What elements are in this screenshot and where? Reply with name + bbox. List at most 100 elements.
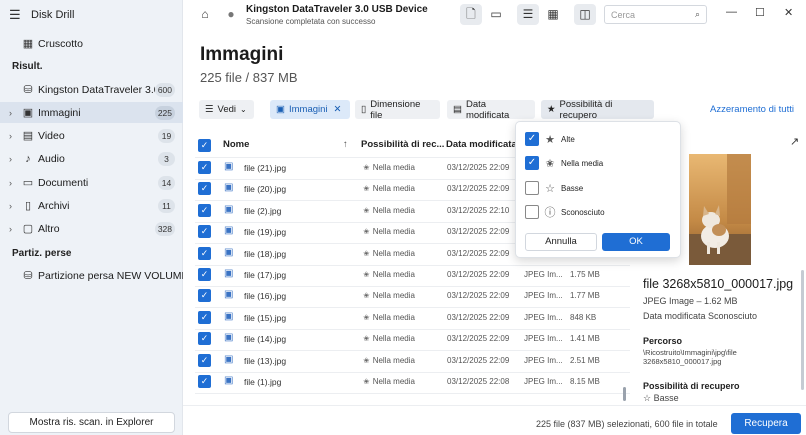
row-checkbox[interactable]: ✓ bbox=[198, 247, 211, 260]
image-file-icon: ▣ bbox=[224, 354, 234, 365]
chevron-right-icon[interactable]: › bbox=[9, 201, 21, 211]
home-icon[interactable]: ⌂ bbox=[195, 4, 215, 24]
sidebar-item-documents[interactable]: › ▭ Documenti 14 bbox=[0, 172, 183, 193]
option-high[interactable]: ✓ ★ Alte bbox=[525, 131, 575, 147]
recovery-label: Nella media bbox=[372, 313, 415, 322]
chevron-right-icon[interactable]: › bbox=[9, 154, 21, 164]
sidebar-item-video[interactable]: › ▤ Video 19 bbox=[0, 125, 183, 146]
image-icon: ▣ bbox=[276, 104, 285, 115]
date-modified-filter[interactable]: ▤ Data modificata bbox=[447, 99, 535, 121]
preview-pane-icon[interactable]: ◫ bbox=[575, 4, 595, 24]
row-checkbox[interactable]: ✓ bbox=[198, 311, 211, 324]
checkbox-unchecked[interactable] bbox=[525, 205, 539, 219]
search-input[interactable]: Cerca ⌕ bbox=[604, 5, 707, 24]
chevron-right-icon[interactable]: › bbox=[9, 178, 21, 188]
recovery-value: ☆ Basse bbox=[643, 393, 679, 404]
recovery-label: Nella media bbox=[372, 377, 415, 386]
image-file-icon: ▣ bbox=[224, 225, 234, 236]
checkbox-unchecked[interactable] bbox=[525, 181, 539, 195]
table-row[interactable]: ✓ ▣ file (17).jpg ✬ Nella media 03/12/2025 22… bbox=[195, 265, 630, 286]
sidebar-item-lost-partition[interactable]: ⛁ Partizione persa NEW VOLUME... bbox=[0, 265, 183, 286]
recovery-cell: ✬ Nella media bbox=[363, 334, 415, 343]
drive-icon: ⛁ bbox=[23, 270, 33, 282]
maximize-icon[interactable]: ☐ bbox=[755, 6, 765, 19]
date-cell: 03/12/2025 22:08 bbox=[447, 377, 510, 386]
page-title: Immagini bbox=[200, 44, 284, 65]
option-label: Nella media bbox=[561, 158, 604, 168]
sidebar-item-dashboard[interactable]: ▦ Cruscotto bbox=[0, 33, 183, 54]
table-row[interactable]: ✓ ▣ file (14).jpg ✬ Nella media 03/12/2025 22… bbox=[195, 329, 630, 350]
recovery-cell: ✬ Nella media bbox=[363, 377, 415, 386]
table-row[interactable]: ✓ ▣ file (16).jpg ✬ Nella media 03/12/2025 22… bbox=[195, 286, 630, 307]
date-cell: 03/12/2025 22:09 bbox=[447, 291, 510, 300]
date-cell: 03/12/2025 22:10 bbox=[447, 206, 510, 215]
sidebar-item-device[interactable]: ⛁ Kingston DataTraveler 3.0... 600 bbox=[0, 79, 183, 100]
grid-view-icon[interactable]: ▦ bbox=[543, 4, 563, 24]
sidebar-item-other[interactable]: › ▢ Altro 328 bbox=[0, 218, 183, 239]
file-name: file (18).jpg bbox=[244, 249, 287, 259]
chevron-right-icon[interactable]: › bbox=[9, 131, 21, 141]
folder-icon[interactable]: ▭ bbox=[486, 4, 506, 24]
views-dropdown[interactable]: ☰ Vedi ⌄ bbox=[199, 100, 254, 119]
recovery-cell: ✬ Nella media bbox=[363, 227, 415, 236]
close-icon[interactable]: ✕ bbox=[334, 104, 342, 115]
row-checkbox[interactable]: ✓ bbox=[198, 332, 211, 345]
reset-all-link[interactable]: Azzeramento di tutti bbox=[710, 104, 794, 115]
row-checkbox[interactable]: ✓ bbox=[198, 268, 211, 281]
sidebar-item-images[interactable]: › ▣ Immagini 225 bbox=[0, 102, 183, 123]
document-icon: ▭ bbox=[22, 177, 34, 189]
images-filter-chip[interactable]: ▣ Immagini ✕ bbox=[270, 100, 350, 119]
recovery-cell: ✬ Nella media bbox=[363, 249, 415, 258]
row-checkbox[interactable]: ✓ bbox=[198, 225, 211, 238]
option-unknown[interactable]: ⓘ Sconosciuto bbox=[525, 204, 605, 220]
image-file-icon: ▣ bbox=[224, 247, 234, 258]
star-half-icon: ✬ bbox=[363, 249, 370, 258]
size-cell: 848 KB bbox=[570, 313, 597, 322]
option-average[interactable]: ✓ ✬ Nella media bbox=[525, 155, 603, 171]
chevron-right-icon[interactable]: › bbox=[9, 224, 21, 234]
film-icon: ▤ bbox=[22, 130, 34, 142]
sidebar-item-audio[interactable]: › ♪ Audio 3 bbox=[0, 148, 183, 169]
list-view-icon[interactable]: ☰ bbox=[518, 4, 538, 24]
image-file-icon: ▣ bbox=[224, 161, 234, 172]
checkbox-checked[interactable]: ✓ bbox=[525, 132, 539, 146]
column-header-name[interactable]: Nome bbox=[223, 139, 249, 150]
date-cell: 03/12/2025 22:09 bbox=[447, 270, 510, 279]
column-header-recovery[interactable]: Possibilità di rec... bbox=[361, 139, 444, 150]
row-checkbox[interactable]: ✓ bbox=[198, 182, 211, 195]
image-icon: ▣ bbox=[22, 107, 34, 119]
type-cell: JPEG Im... bbox=[524, 334, 563, 343]
row-checkbox[interactable]: ✓ bbox=[198, 161, 211, 174]
preview-scrollbar[interactable] bbox=[801, 270, 804, 390]
open-external-icon[interactable]: ↗ bbox=[790, 135, 799, 148]
row-checkbox[interactable]: ✓ bbox=[198, 354, 211, 367]
hamburger-menu-icon[interactable]: ☰ bbox=[9, 7, 21, 23]
scrollbar[interactable] bbox=[623, 387, 626, 401]
minimize-icon[interactable]: — bbox=[726, 6, 737, 18]
recovery-chance-filter[interactable]: ★ Possibilità di recupero bbox=[541, 99, 654, 121]
sort-arrow-icon[interactable]: ↑ bbox=[343, 139, 348, 150]
row-checkbox[interactable]: ✓ bbox=[198, 289, 211, 302]
close-icon[interactable]: ✕ bbox=[784, 6, 793, 19]
sidebar-item-archives[interactable]: › ▯ Archivi 11 bbox=[0, 195, 183, 216]
option-low[interactable]: ☆ Basse bbox=[525, 180, 583, 196]
recovery-label: Nella media bbox=[372, 249, 415, 258]
chevron-right-icon[interactable]: › bbox=[9, 108, 21, 118]
checkbox-checked[interactable]: ✓ bbox=[525, 156, 539, 170]
file-size-filter[interactable]: ▯ Dimensione file bbox=[355, 99, 440, 121]
option-label: Alte bbox=[561, 134, 575, 144]
show-in-explorer-button[interactable]: Mostra ris. scan. in Explorer bbox=[8, 412, 175, 433]
file-icon[interactable]: 🗋 bbox=[461, 4, 481, 24]
row-checkbox[interactable]: ✓ bbox=[198, 375, 211, 388]
results-heading: Risult. bbox=[12, 61, 43, 72]
recover-button[interactable]: Recupera bbox=[731, 413, 801, 434]
select-all-checkbox[interactable]: ✓ bbox=[198, 139, 211, 152]
star-half-icon: ✬ bbox=[363, 163, 370, 172]
check-circle-icon: ● bbox=[227, 7, 235, 21]
column-header-date[interactable]: Data modificata bbox=[446, 139, 517, 150]
row-checkbox[interactable]: ✓ bbox=[198, 204, 211, 217]
table-row[interactable]: ✓ ▣ file (13).jpg ✬ Nella media 03/12/2025 22… bbox=[195, 351, 630, 372]
table-row[interactable]: ✓ ▣ file (15).jpg ✬ Nella media 03/12/2025 22… bbox=[195, 308, 630, 329]
cancel-button[interactable]: Annulla bbox=[525, 233, 597, 251]
table-row[interactable]: ✓ ▣ file (1).jpg ✬ Nella media 03/12/2025 22:… bbox=[195, 372, 630, 393]
